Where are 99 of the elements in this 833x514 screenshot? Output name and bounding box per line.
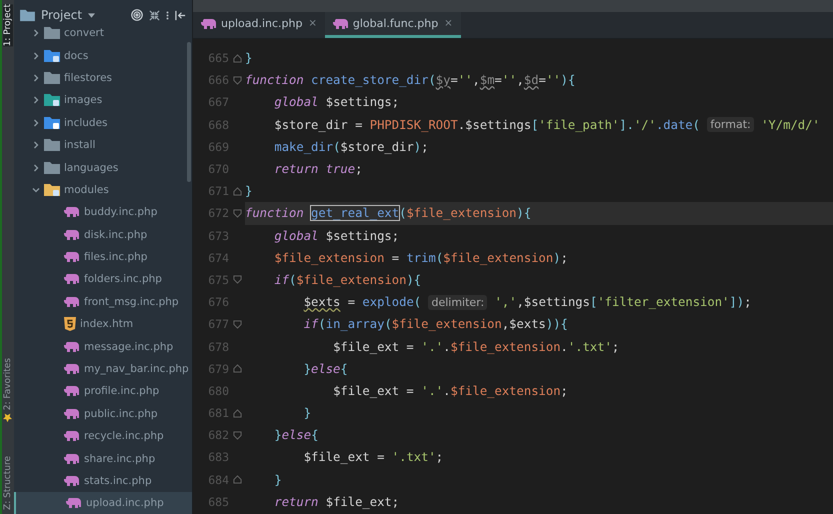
star-icon [4, 413, 12, 422]
fold-icon[interactable] [232, 320, 242, 329]
code-line: $exts = explode( delimiter: ',',$settings['filter_extension']); [302, 294, 752, 312]
folder-icon [20, 8, 35, 22]
caret-icon[interactable] [88, 12, 96, 18]
hide-panel-icon[interactable] [175, 10, 186, 20]
tree-item[interactable]: files.inc.php [14, 246, 192, 268]
panel-title: Project [41, 8, 82, 22]
elephant-icon [64, 385, 80, 398]
tree-item[interactable]: docs [14, 44, 192, 67]
code-line: } [302, 405, 312, 422]
tree-item[interactable]: filestores [14, 66, 192, 90]
elephant-icon [64, 273, 80, 286]
target-icon[interactable] [131, 9, 143, 21]
tree-item[interactable]: buddy.inc.php [14, 201, 192, 224]
elephant-icon [64, 408, 80, 420]
collapse-icon[interactable] [149, 10, 160, 20]
elephant-icon [332, 18, 349, 30]
folder-icon [44, 48, 60, 63]
elephant-icon [64, 363, 80, 376]
fold-icon[interactable] [232, 54, 242, 63]
fold-icon[interactable] [232, 208, 242, 218]
code-line: $file_ext = '.txt'; [302, 449, 444, 466]
code-line: global $settings; [273, 228, 400, 245]
tool-window-tab[interactable]: 1: Project [3, 4, 13, 46]
elephant-icon [64, 228, 80, 241]
folder-icon [44, 138, 60, 152]
code-line: }else{ [302, 360, 349, 378]
elephant-icon [201, 18, 217, 30]
tree-item[interactable]: public.inc.php [14, 402, 192, 426]
tool-window-tab[interactable]: 2: Favorites [3, 358, 13, 422]
tree-item[interactable]: folders.inc.php [14, 268, 192, 291]
elephant-icon [64, 340, 80, 353]
chevron-icon[interactable] [32, 96, 40, 104]
fold-icon[interactable] [232, 408, 242, 418]
code-line: } [273, 472, 283, 489]
file-tab[interactable]: upload.inc.php [201, 17, 302, 30]
elephant-icon [64, 206, 80, 218]
chevron-icon[interactable] [32, 141, 40, 150]
tree-item[interactable]: stats.inc.php [14, 470, 192, 492]
code-line: } [245, 50, 254, 68]
chevron-icon[interactable] [32, 52, 40, 60]
elephant-icon [64, 475, 80, 487]
folder-icon [44, 182, 60, 197]
folder-icon [44, 26, 60, 40]
code-line: $file_extension = trim($file_extension); [273, 250, 569, 267]
code-line: return $file_ext; [273, 494, 400, 511]
folder-icon [44, 116, 60, 130]
more-icon[interactable] [166, 10, 169, 20]
close-button[interactable]: × [308, 18, 317, 29]
tree-item[interactable]: images [14, 89, 192, 112]
tree-item[interactable]: my_nav_bar.inc.php [14, 358, 192, 380]
chevron-icon[interactable] [32, 74, 40, 82]
code-line: } [245, 183, 254, 200]
tree-item[interactable]: index.htm [14, 313, 192, 336]
fold-icon[interactable] [232, 186, 242, 196]
tree-item[interactable]: message.inc.php [14, 335, 192, 358]
tree-item[interactable]: upload.inc.php [14, 492, 192, 514]
elephant-icon [66, 497, 82, 510]
tree-item[interactable]: front_msg.inc.php [14, 290, 192, 314]
code-line: $file_ext = '.'.$file_extension.'.txt'; [332, 338, 620, 356]
tool-window-tab[interactable]: Z: Structure [3, 456, 13, 510]
code-line: global $settings; [273, 94, 400, 112]
file-tab[interactable]: global.func.php [332, 17, 438, 30]
code-line: $file_ext = '.'.$file_extension; [332, 382, 569, 400]
code-line: $store_dir = PHPDISK_ROOT.$settings['file_path'].'/'.date( format: 'Y/m/d/' [273, 116, 821, 134]
fold-icon[interactable] [232, 430, 242, 440]
folder-icon [44, 70, 60, 85]
tree-item[interactable]: languages [14, 156, 192, 179]
chevron-icon[interactable] [32, 118, 40, 127]
chevron-icon[interactable] [32, 186, 40, 194]
elephant-icon [64, 296, 80, 308]
tree-item[interactable]: install [14, 134, 192, 156]
code-line: }else{ [273, 427, 320, 444]
fold-icon[interactable] [232, 275, 242, 284]
code-line: function create_store_dir($y='',$m='',$d=''){ [245, 72, 576, 90]
tree-item[interactable]: recycle.inc.php [14, 425, 192, 448]
folder-icon [44, 93, 60, 108]
tree-item[interactable]: disk.inc.php [14, 224, 192, 246]
chevron-icon[interactable] [32, 164, 40, 172]
elephant-icon [64, 430, 80, 442]
code-line: make_dir($store_dir); [273, 138, 430, 156]
code-line: return true; [273, 161, 364, 178]
code-line: if($file_extension){ [273, 272, 422, 289]
elephant-icon [64, 251, 80, 264]
tree-item[interactable]: convert [14, 22, 192, 44]
elephant-icon [64, 452, 80, 465]
tree-item[interactable]: modules [14, 178, 192, 202]
folder-icon [44, 160, 60, 175]
html5-icon [64, 317, 76, 332]
fold-icon[interactable] [232, 475, 242, 484]
fold-icon[interactable] [232, 76, 242, 85]
tree-item[interactable]: profile.inc.php [14, 380, 192, 403]
fold-icon[interactable] [232, 364, 242, 374]
tree-item[interactable]: share.inc.php [14, 447, 192, 470]
chevron-icon[interactable] [32, 29, 40, 38]
tree-item[interactable]: includes [14, 112, 192, 134]
close-button[interactable]: × [444, 18, 453, 29]
code-line: if(in_array($file_extension,$exts)){ [302, 316, 569, 334]
